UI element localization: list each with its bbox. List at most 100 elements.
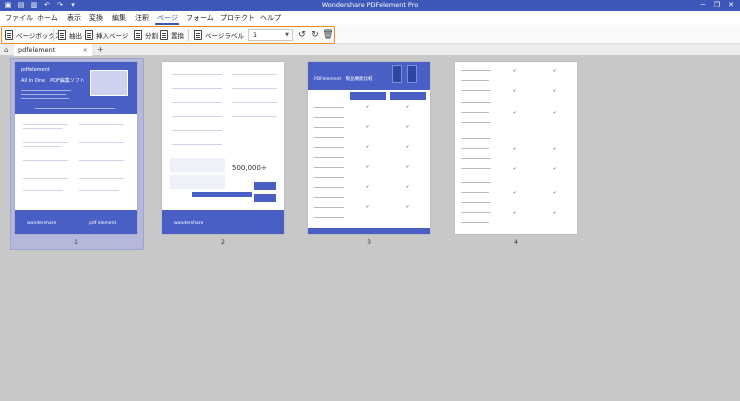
- menu-protect[interactable]: プロテクト: [220, 11, 255, 25]
- title-bar: ▣ ▤ ▥ ↶ ↷ ▾ Wondershare PDFelement Pro ─…: [0, 0, 740, 11]
- feature-line: [79, 124, 124, 125]
- row-label: [461, 138, 491, 139]
- text-line: [172, 102, 222, 103]
- extract-button[interactable]: 抽出: [58, 27, 82, 43]
- page-number-3: 3: [367, 239, 371, 246]
- hero-text-line: [35, 108, 115, 109]
- check-icon: ✔: [513, 166, 517, 171]
- text-line: [232, 74, 277, 75]
- check-icon: ✔: [406, 124, 410, 129]
- row-label: [461, 212, 491, 213]
- window-controls: ─ ❐ ✕: [697, 0, 737, 10]
- page-label-button[interactable]: ページラベル: [194, 27, 244, 43]
- split-icon: [134, 30, 142, 40]
- page2-count: 500,000+: [232, 164, 267, 172]
- page-thumbnail-3[interactable]: PDFelement 製品機能比較 ✔ ✔ ✔ ✔ ✔ ✔ ✔ ✔ ✔ ✔ ✔ …: [308, 62, 430, 234]
- page-box-icon: [5, 30, 13, 40]
- close-tab-icon[interactable]: ×: [83, 44, 88, 56]
- feature-line: [79, 190, 119, 191]
- check-icon: ✔: [553, 146, 557, 151]
- minimize-button[interactable]: ─: [697, 0, 709, 10]
- insert-page-button[interactable]: 挿入ページ: [85, 27, 128, 43]
- page2-footer-brand: wondershare: [174, 221, 204, 226]
- extract-label: 抽出: [69, 32, 82, 40]
- page-label-label: ページラベル: [205, 32, 244, 40]
- feature-line: [23, 146, 61, 147]
- page1-footer-brand: wondershare: [27, 221, 57, 226]
- home-icon[interactable]: ⌂: [4, 45, 8, 55]
- check-icon: ✔: [366, 204, 370, 209]
- replace-button[interactable]: 置換: [160, 27, 184, 43]
- menu-file[interactable]: ファイル: [5, 11, 33, 25]
- document-tab[interactable]: pdfelement ×: [14, 44, 92, 56]
- row-label: [314, 177, 344, 178]
- text-line: [232, 102, 277, 103]
- chevron-down-icon: ▼: [285, 32, 289, 38]
- check-icon: ✔: [406, 184, 410, 189]
- menu-view[interactable]: 表示: [67, 11, 81, 25]
- rotate-left-icon[interactable]: ↺: [296, 28, 308, 42]
- qr-block: [254, 182, 276, 190]
- new-tab-icon[interactable]: +: [97, 44, 104, 56]
- check-icon: ✔: [406, 144, 410, 149]
- row-label: [461, 148, 489, 149]
- page1-footer-product: pdf element: [89, 221, 117, 226]
- check-icon: ✔: [366, 164, 370, 169]
- menu-form[interactable]: フォーム: [186, 11, 214, 25]
- row-label: [461, 222, 489, 223]
- row-label: [314, 147, 344, 148]
- check-icon: ✔: [406, 104, 410, 109]
- check-icon: ✔: [553, 68, 557, 73]
- page-select-dropdown[interactable]: 1 ▼: [248, 29, 293, 41]
- replace-label: 置換: [171, 32, 184, 40]
- logo-strip: [170, 175, 225, 189]
- page3-title: PDFelement 製品機能比較: [314, 77, 373, 82]
- menu-edit[interactable]: 編集: [112, 11, 126, 25]
- column-header: [390, 92, 426, 100]
- maximize-button[interactable]: ❐: [711, 0, 723, 10]
- product-box-image: [392, 65, 402, 83]
- toolbar-divider: [53, 29, 54, 41]
- hero-text-line: [21, 94, 66, 95]
- text-line: [172, 88, 222, 89]
- check-icon: ✔: [513, 110, 517, 115]
- page-thumbnail-1[interactable]: pdfelement All in One PDF編集ソフト wondersha…: [15, 62, 137, 234]
- text-line: [172, 116, 222, 117]
- split-button[interactable]: 分割: [134, 27, 158, 43]
- row-label: [314, 187, 344, 188]
- menu-convert[interactable]: 変換: [89, 11, 103, 25]
- check-icon: ✔: [366, 124, 370, 129]
- insert-page-icon: [85, 30, 93, 40]
- text-line: [172, 130, 222, 131]
- check-icon: ✔: [406, 204, 410, 209]
- close-button[interactable]: ✕: [725, 0, 737, 10]
- check-icon: ✔: [553, 88, 557, 93]
- page1-headline: All in One PDF編集ソフト: [21, 78, 85, 84]
- page-thumbnail-2[interactable]: 500,000+ wondershare: [162, 62, 284, 234]
- menu-home[interactable]: ホーム: [37, 11, 58, 25]
- product-box-image: [407, 65, 417, 83]
- rotate-right-icon[interactable]: ↻: [309, 28, 321, 42]
- row-label: [314, 197, 344, 198]
- document-tab-label: pdfelement: [18, 46, 56, 54]
- check-icon: ✔: [366, 144, 370, 149]
- replace-icon: [160, 30, 168, 40]
- check-icon: ✔: [553, 166, 557, 171]
- toolbar-divider: [188, 29, 189, 41]
- text-line: [232, 116, 277, 117]
- delete-page-icon[interactable]: 🗑: [322, 28, 334, 42]
- check-icon: ✔: [513, 68, 517, 73]
- extract-icon: [58, 30, 66, 40]
- feature-line: [23, 178, 68, 179]
- row-label: [461, 168, 491, 169]
- column-header: [350, 92, 386, 100]
- page-thumbnail-4[interactable]: ✔ ✔ ✔ ✔ ✔ ✔ ✔ ✔ ✔ ✔ ✔ ✔ ✔ ✔: [455, 62, 577, 234]
- row-label: [314, 107, 344, 108]
- menu-help[interactable]: ヘルプ: [260, 11, 281, 25]
- check-icon: ✔: [513, 146, 517, 151]
- menu-comment[interactable]: 注釈: [135, 11, 149, 25]
- page1-brand: pdfelement: [21, 67, 50, 73]
- page-number-2: 2: [221, 239, 225, 246]
- page-box-label: ページボックス: [16, 32, 62, 40]
- laptop-image: [90, 70, 128, 96]
